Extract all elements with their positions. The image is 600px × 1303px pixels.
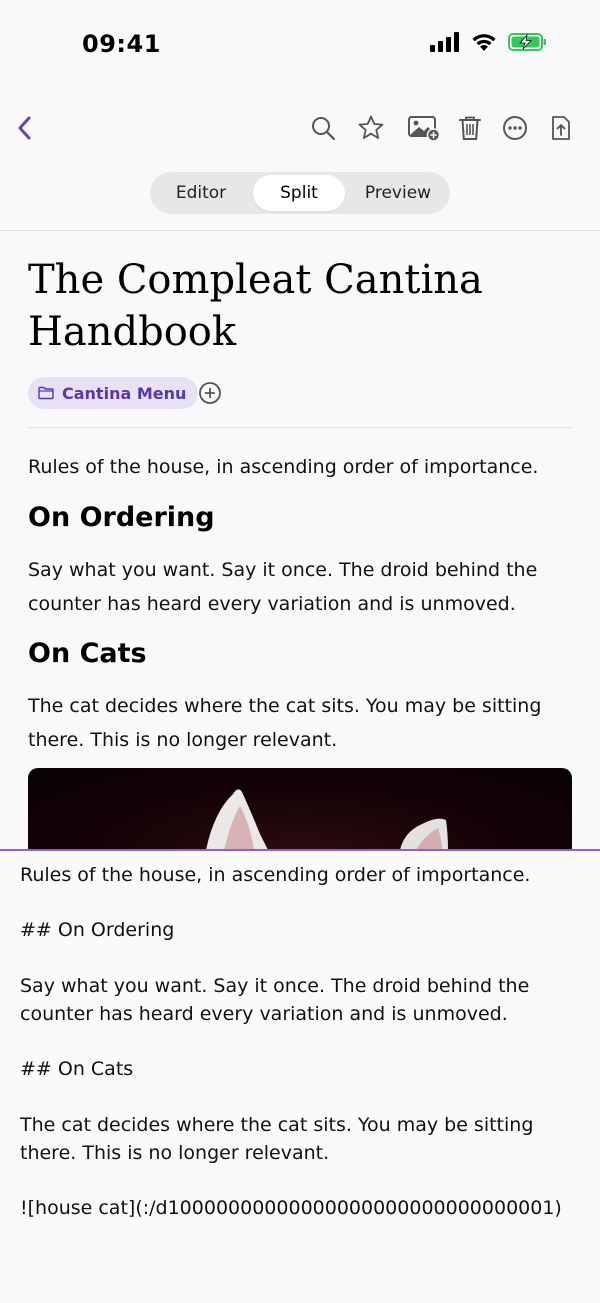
- favorite-button[interactable]: [355, 112, 387, 144]
- editor-line-cats[interactable]: The cat decides where the cat sits. You …: [20, 1111, 580, 1167]
- status-bar: 09:41: [0, 0, 600, 90]
- editor-line-image[interactable]: ![house cat](:/d100000000000000000000000…: [20, 1194, 580, 1222]
- battery-charging-icon: [508, 33, 546, 51]
- folder-chip[interactable]: Cantina Menu: [28, 377, 199, 409]
- add-tag-button[interactable]: [198, 381, 222, 405]
- folder-label: Cantina Menu: [62, 383, 187, 403]
- star-icon: [358, 115, 384, 139]
- folder-icon: [38, 386, 54, 400]
- wifi-icon: [472, 34, 496, 51]
- preview-image: [28, 768, 572, 850]
- trash-icon: [459, 116, 481, 140]
- more-icon: [503, 116, 527, 140]
- more-button[interactable]: [499, 112, 531, 144]
- note-title[interactable]: The Compleat Cantina Handbook: [28, 254, 578, 358]
- preview-paragraph-cats: The cat decides where the cat sits. You …: [28, 695, 542, 751]
- preview-heading-ordering: On Ordering: [28, 502, 215, 533]
- preview-heading-cats: On Cats: [28, 638, 147, 669]
- search-icon: [312, 117, 336, 141]
- status-icons: [430, 32, 548, 52]
- editor-line-intro[interactable]: Rules of the house, in ascending order o…: [20, 861, 580, 889]
- signal-icon: [430, 32, 459, 52]
- markdown-editor[interactable]: Rules of the house, in ascending order o…: [0, 851, 600, 1303]
- preview-paragraph-ordering: Say what you want. Say it once. The droi…: [28, 559, 538, 615]
- tab-split[interactable]: Split: [253, 175, 345, 211]
- share-icon: [552, 116, 570, 140]
- status-time: 09:41: [82, 30, 161, 58]
- view-mode-switcher: Editor Split Preview: [150, 172, 450, 214]
- editor-line-heading-cats[interactable]: ## On Cats: [20, 1055, 580, 1083]
- add-image-icon: [408, 116, 441, 142]
- add-image-button[interactable]: [406, 112, 442, 144]
- preview-divider: [28, 427, 572, 428]
- plus-circle-icon: [199, 382, 221, 404]
- header-divider: [0, 230, 600, 231]
- tab-preview[interactable]: Preview: [349, 175, 447, 211]
- share-button[interactable]: [545, 112, 577, 144]
- preview-intro: Rules of the house, in ascending order o…: [28, 456, 539, 478]
- editor-line-heading-ordering[interactable]: ## On Ordering: [20, 916, 580, 944]
- delete-button[interactable]: [454, 112, 486, 144]
- back-icon: [18, 116, 31, 140]
- editor-line-ordering[interactable]: Say what you want. Say it once. The droi…: [20, 972, 580, 1028]
- tab-editor[interactable]: Editor: [153, 175, 249, 211]
- search-button[interactable]: [307, 112, 339, 144]
- cat-ears-image: [206, 789, 448, 850]
- back-button[interactable]: [12, 112, 40, 144]
